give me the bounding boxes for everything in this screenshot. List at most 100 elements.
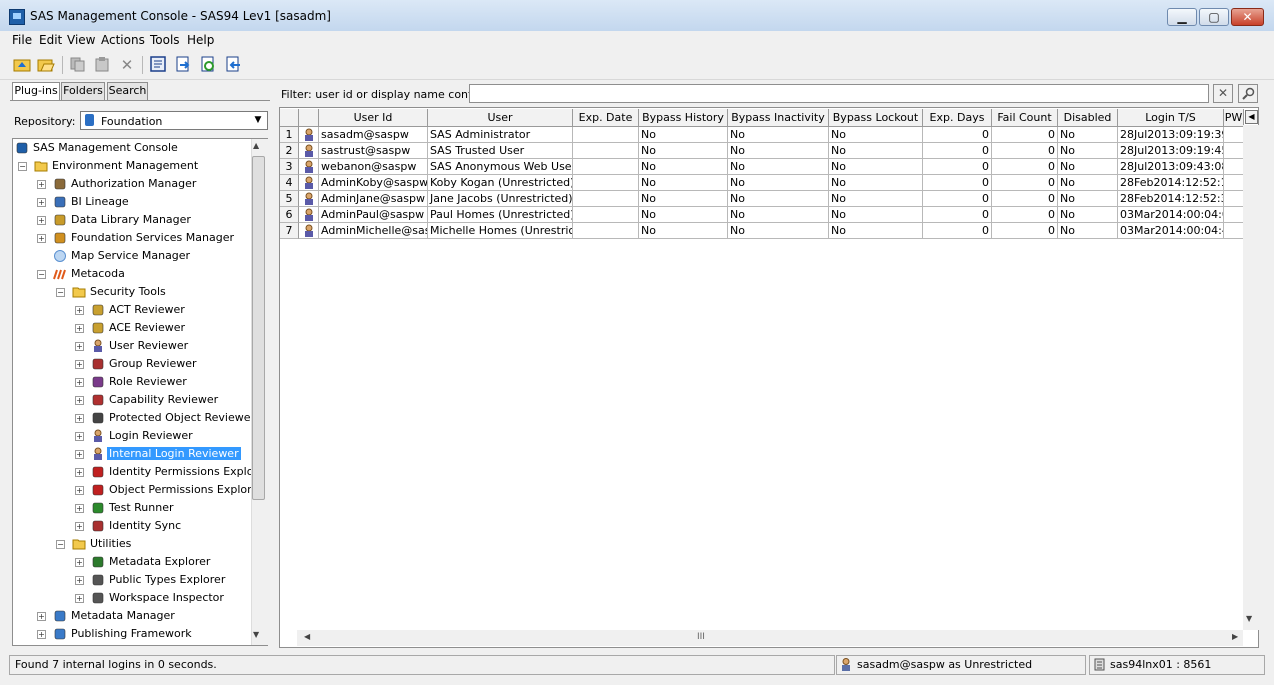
tree-item-identity-sync[interactable]: + Identity Sync	[13, 517, 253, 535]
table-cell-block[interactable]: No	[829, 143, 923, 159]
table-cell-binact[interactable]: No	[728, 159, 829, 175]
table-cell-user[interactable]: SAS Administrator	[428, 127, 573, 143]
tree-item-object-permissions-explorer[interactable]: + Object Permissions Explorer	[13, 481, 263, 499]
collapse-icon[interactable]: −	[18, 162, 27, 171]
expand-icon[interactable]: +	[75, 360, 84, 369]
column-header-user[interactable]: User	[428, 109, 573, 127]
tab-search[interactable]: Search	[107, 82, 148, 100]
table-cell-n[interactable]: 7	[280, 223, 299, 239]
table-cell-pw[interactable]	[1224, 207, 1244, 223]
table-cell-bhist[interactable]: No	[639, 207, 728, 223]
table-cell-expdays[interactable]: 0	[923, 159, 992, 175]
tab-plug-ins[interactable]: Plug-ins	[12, 82, 60, 101]
properties-icon[interactable]	[148, 55, 168, 75]
tree-item-capability-reviewer[interactable]: + Capability Reviewer	[13, 391, 253, 409]
table-cell-user[interactable]: SAS Trusted User	[428, 143, 573, 159]
table-cell-disabled[interactable]: No	[1058, 207, 1118, 223]
expand-icon[interactable]: +	[75, 576, 84, 585]
tree-item-security-tools[interactable]: − Security Tools	[13, 283, 253, 301]
scroll-down-icon[interactable]: ▼	[253, 630, 259, 639]
tree-item-workspace-inspector[interactable]: + Workspace Inspector	[13, 589, 253, 607]
filter-input[interactable]	[469, 84, 1209, 103]
expand-icon[interactable]: +	[75, 378, 84, 387]
expand-icon[interactable]: +	[75, 558, 84, 567]
tree-item-map-service-manager[interactable]: Map Service Manager	[13, 247, 253, 265]
plugin-tree[interactable]: SAS Management Console − Environment Manag…	[12, 138, 268, 646]
tree-item-role-reviewer[interactable]: + Role Reviewer	[13, 373, 253, 391]
table-cell-disabled[interactable]: No	[1058, 223, 1118, 239]
table-cell-bhist[interactable]: No	[639, 223, 728, 239]
expand-icon[interactable]: +	[75, 450, 84, 459]
table-cell-n[interactable]: 5	[280, 191, 299, 207]
tree-item-utilities[interactable]: − Utilities	[13, 535, 253, 553]
table-cell-n[interactable]: 6	[280, 207, 299, 223]
table-cell-block[interactable]: No	[829, 127, 923, 143]
tree-item-environment-management[interactable]: − Environment Management	[13, 157, 253, 175]
tree-item-bi-lineage[interactable]: + BI Lineage	[13, 193, 253, 211]
table-cell-block[interactable]: No	[829, 159, 923, 175]
table-cell-disabled[interactable]: No	[1058, 191, 1118, 207]
table-cell-pw[interactable]	[1224, 191, 1244, 207]
table-cell-disabled[interactable]: No	[1058, 143, 1118, 159]
tab-folders[interactable]: Folders	[61, 82, 105, 100]
table-cell-bhist[interactable]: No	[639, 175, 728, 191]
table-cell-fail[interactable]: 0	[992, 159, 1058, 175]
menu-help[interactable]: Help	[187, 33, 214, 47]
maximize-button[interactable]: ▢	[1199, 8, 1229, 26]
tree-item-group-reviewer[interactable]: + Group Reviewer	[13, 355, 253, 373]
table-cell-expdays[interactable]: 0	[923, 207, 992, 223]
table-cell-binact[interactable]: No	[728, 175, 829, 191]
table-cell-expdays[interactable]: 0	[923, 175, 992, 191]
expand-icon[interactable]: +	[37, 234, 46, 243]
tree-item-metadata-manager[interactable]: + Metadata Manager	[13, 607, 253, 625]
expand-icon[interactable]: +	[75, 342, 84, 351]
expand-icon[interactable]: +	[75, 414, 84, 423]
table-vertical-scrollbar[interactable]	[1243, 125, 1259, 630]
table-horizontal-scrollbar[interactable]	[297, 630, 1243, 646]
menu-tools[interactable]: Tools	[150, 33, 180, 47]
chevron-down-icon[interactable]: ▼	[250, 113, 266, 128]
table-cell-pw[interactable]	[1224, 127, 1244, 143]
tree-item-ace-reviewer[interactable]: + ACE Reviewer	[13, 319, 253, 337]
search-icon[interactable]	[1238, 84, 1258, 103]
column-header-bypass-inactivity[interactable]: Bypass Inactivity	[728, 109, 829, 127]
table-cell-login[interactable]: 28Jul2013:09:19:45	[1118, 143, 1224, 159]
table-cell-login[interactable]: 28Jul2013:09:19:39	[1118, 127, 1224, 143]
expand-icon[interactable]: +	[37, 216, 46, 225]
tree-item-data-library-manager[interactable]: + Data Library Manager	[13, 211, 253, 229]
table-cell-block[interactable]: No	[829, 223, 923, 239]
expand-icon[interactable]: +	[37, 612, 46, 621]
tree-item-foundation-services-manager[interactable]: + Foundation Services Manager	[13, 229, 253, 247]
expand-icon[interactable]: +	[37, 630, 46, 639]
table-cell-pw[interactable]	[1224, 143, 1244, 159]
expand-icon[interactable]: +	[75, 468, 84, 477]
table-cell-pw[interactable]	[1224, 223, 1244, 239]
table-cell-fail[interactable]: 0	[992, 143, 1058, 159]
export-icon[interactable]	[173, 55, 193, 75]
minimize-button[interactable]: ▁	[1167, 8, 1197, 26]
table-cell-fail[interactable]: 0	[992, 175, 1058, 191]
expand-icon[interactable]: +	[75, 522, 84, 531]
expand-icon[interactable]: +	[75, 396, 84, 405]
table-cell-fail[interactable]: 0	[992, 191, 1058, 207]
menu-view[interactable]: View	[67, 33, 95, 47]
table-cell-pw[interactable]	[1224, 159, 1244, 175]
table-cell-expdate[interactable]	[573, 159, 639, 175]
table-cell-binact[interactable]: No	[728, 207, 829, 223]
column-header[interactable]	[280, 109, 299, 127]
table-cell-n[interactable]: 1	[280, 127, 299, 143]
expand-icon[interactable]: +	[75, 594, 84, 603]
collapse-icon[interactable]: −	[56, 540, 65, 549]
table-cell-block[interactable]: No	[829, 207, 923, 223]
column-header-login-t-s[interactable]: Login T/S	[1118, 109, 1224, 127]
table-cell-bhist[interactable]: No	[639, 127, 728, 143]
table-cell-user[interactable]: Jane Jacobs (Unrestricted)	[428, 191, 573, 207]
tree-item-test-runner[interactable]: + Test Runner	[13, 499, 253, 517]
table-cell-userid[interactable]: AdminJane@saspw	[319, 191, 428, 207]
table-cell-login[interactable]: 28Feb2014:12:52:37	[1118, 191, 1224, 207]
expand-icon[interactable]: +	[75, 504, 84, 513]
close-button[interactable]: ✕	[1231, 8, 1264, 26]
table-cell-binact[interactable]: No	[728, 191, 829, 207]
table-cell-binact[interactable]: No	[728, 223, 829, 239]
table-cell-fail[interactable]: 0	[992, 223, 1058, 239]
